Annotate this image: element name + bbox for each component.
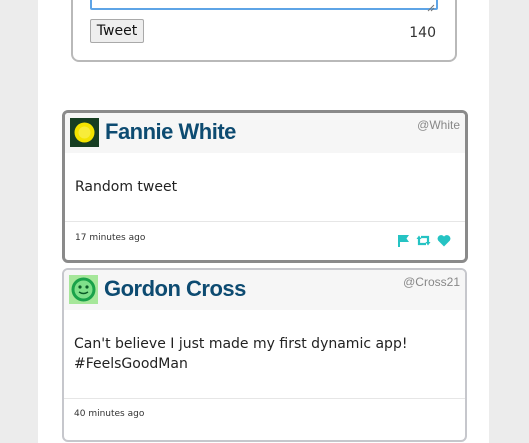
avatar [69, 275, 98, 304]
heart-icon[interactable] [437, 234, 451, 247]
tweet-input[interactable] [90, 0, 438, 10]
tweet-timestamp: 17 minutes ago [75, 233, 146, 243]
tweet-timestamp: 40 minutes ago [74, 409, 145, 419]
pickle-face-icon [69, 275, 98, 304]
char-counter: 140 [409, 25, 436, 41]
tweet-actions [397, 234, 451, 247]
author-handle[interactable]: @Cross21 [403, 275, 460, 289]
tweet-header: Gordon Cross @Cross21 [64, 270, 465, 310]
author-name[interactable]: Fannie White [105, 119, 236, 145]
author-handle[interactable]: @White [417, 118, 460, 132]
divider [64, 398, 465, 399]
retweet-icon[interactable] [416, 234, 431, 247]
tweet-composer: Tweet 140 [71, 0, 457, 62]
tweet-text: Random tweet [75, 179, 178, 195]
divider [65, 221, 465, 222]
flag-icon[interactable] [397, 234, 410, 247]
tweet-card: Fannie White @White Random tweet 17 minu… [62, 110, 468, 263]
resize-grip-icon[interactable] [427, 4, 435, 12]
sun-icon [70, 118, 99, 147]
author-name[interactable]: Gordon Cross [104, 276, 246, 302]
tweet-card: Gordon Cross @Cross21 Can't believe I ju… [62, 268, 467, 442]
tweet-button[interactable]: Tweet [90, 19, 144, 43]
tweet-header: Fannie White @White [65, 113, 465, 153]
avatar [70, 118, 99, 147]
tweet-text: Can't believe I just made my first dynam… [74, 336, 408, 372]
